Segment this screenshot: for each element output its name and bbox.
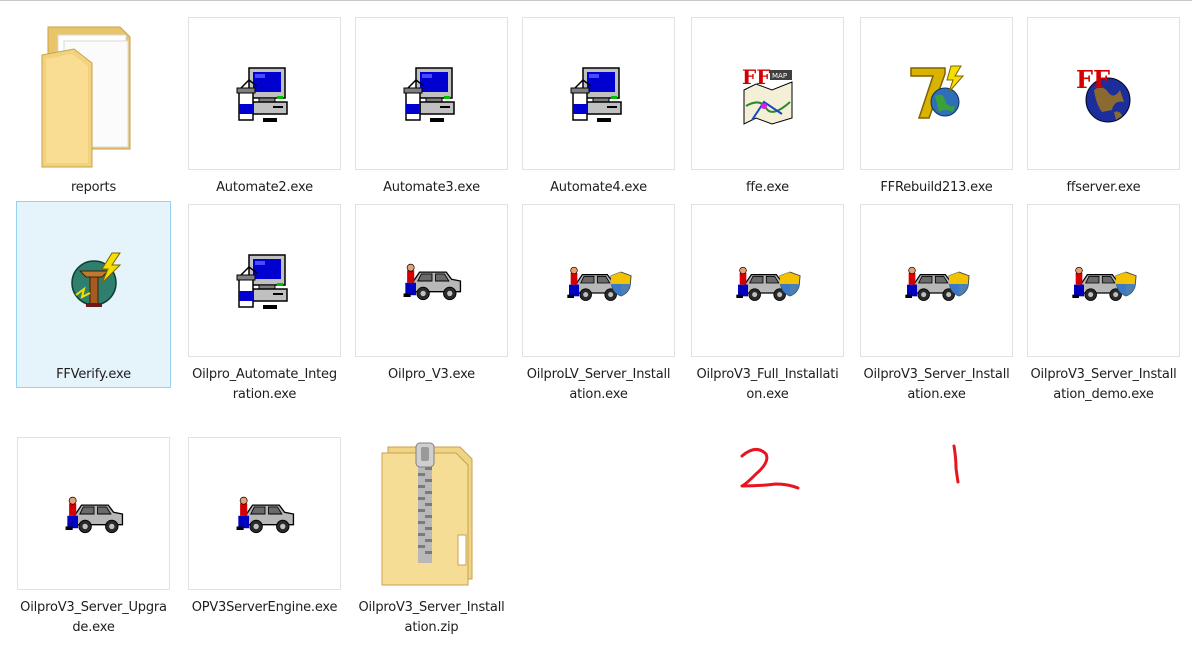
svg-text:FF: FF (1076, 65, 1110, 94)
file-item-oilprov3-server-installation[interactable]: OilproV3_Server_Installation.exe (859, 201, 1014, 408)
file-name: OilproV3_Server_Upgrade.exe (20, 600, 167, 635)
car-mechanic-icon (17, 437, 170, 590)
file-item-reports[interactable]: reports (16, 14, 171, 201)
ff-globe-icon: FF (1027, 17, 1180, 170)
toolbar-divider (0, 0, 1192, 1)
file-name: OilproV3_Server_Installation.zip (358, 600, 505, 635)
computer-setup-icon (188, 17, 341, 170)
annotation-mark-one (946, 442, 966, 484)
car-mechanic-icon (188, 437, 341, 590)
ff-map-icon: FF MAP (691, 17, 844, 170)
file-item-ffserver[interactable]: FF ffserver.exe (1026, 14, 1181, 201)
file-name: ffe.exe (746, 180, 789, 195)
car-mechanic-shield-icon (691, 204, 844, 357)
file-name: reports (70, 180, 117, 195)
file-item-oilprov3-server-installation-demo[interactable]: OilproV3_Server_Installation_demo.exe (1026, 201, 1181, 408)
file-name: OilproLV_Server_Installation.exe (526, 367, 671, 402)
file-item-automate4[interactable]: Automate4.exe (521, 14, 676, 201)
car-mechanic-icon (355, 204, 508, 357)
file-item-oilprov3-server-installation-zip[interactable]: OilproV3_Server_Installation.zip (354, 434, 509, 641)
file-item-opv3serverengine[interactable]: OPV3ServerEngine.exe (187, 434, 342, 621)
file-item-oilpro-automate-integration[interactable]: Oilpro_Automate_Integration.exe (187, 201, 342, 408)
svg-text:FF: FF (742, 65, 770, 89)
file-item-oilprolv-server-installation[interactable]: OilproLV_Server_Installation.exe (521, 201, 676, 408)
seven-globe-icon (860, 17, 1013, 170)
file-name: OPV3ServerEngine.exe (191, 600, 338, 615)
file-item-oilprov3-server-upgrade[interactable]: OilproV3_Server_Upgrade.exe (16, 434, 171, 641)
file-name: Oilpro_Automate_Integration.exe (192, 367, 337, 402)
file-item-oilprov3-full-installation[interactable]: OilproV3_Full_Installation.exe (690, 201, 845, 408)
computer-setup-icon (522, 17, 675, 170)
file-name: Automate3.exe (383, 180, 480, 195)
file-name: OilproV3_Server_Installation_demo.exe (1030, 367, 1177, 402)
svg-text:MAP: MAP (772, 72, 787, 80)
computer-setup-icon (355, 17, 508, 170)
file-name: Automate4.exe (550, 180, 647, 195)
file-name: FFVerify.exe (56, 367, 131, 382)
file-item-ffrebuild213[interactable]: FFRebuild213.exe (859, 14, 1014, 201)
car-mechanic-shield-icon (522, 204, 675, 357)
file-item-ffe[interactable]: FF MAP ffe.exe (690, 14, 845, 201)
file-name: Oilpro_V3.exe (388, 367, 475, 382)
file-name: FFRebuild213.exe (880, 180, 993, 195)
file-item-ffverify[interactable]: FFVerify.exe (16, 201, 171, 388)
file-name: ffserver.exe (1066, 180, 1141, 195)
computer-setup-icon (188, 204, 341, 357)
car-mechanic-shield-icon (1027, 204, 1180, 357)
file-item-oilpro-v3[interactable]: Oilpro_V3.exe (354, 201, 509, 388)
verify-bolt-icon (17, 204, 170, 357)
folder-icon (17, 17, 170, 170)
car-mechanic-shield-icon (860, 204, 1013, 357)
zip-folder-icon (355, 437, 508, 590)
file-item-automate2[interactable]: Automate2.exe (187, 14, 342, 201)
file-name: OilproV3_Full_Installation.exe (696, 367, 839, 402)
annotation-mark-two (736, 446, 806, 492)
file-name: OilproV3_Server_Installation.exe (863, 367, 1010, 402)
file-name: Automate2.exe (216, 180, 313, 195)
file-item-automate3[interactable]: Automate3.exe (354, 14, 509, 201)
